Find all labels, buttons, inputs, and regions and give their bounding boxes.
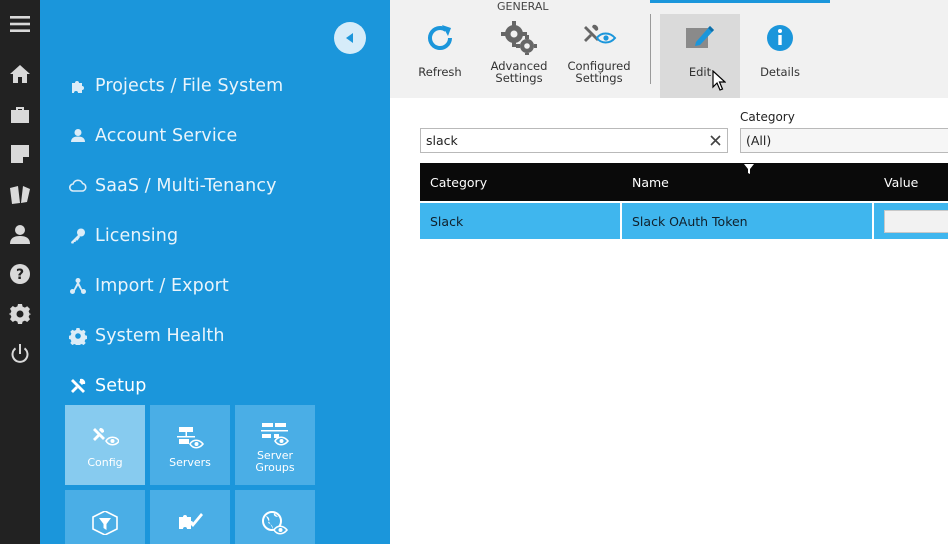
power-icon[interactable]	[0, 336, 40, 372]
tools-icon	[68, 376, 88, 396]
import-export-icon	[68, 276, 88, 296]
cell-value	[874, 203, 948, 239]
ribbon-separator	[650, 14, 651, 84]
note-icon[interactable]	[0, 136, 40, 172]
column-header-category[interactable]: Category	[420, 163, 620, 201]
nav-item-label: Projects / File System	[95, 76, 284, 96]
home-icon[interactable]	[0, 56, 40, 92]
servers-icon	[175, 425, 205, 451]
edit-icon	[680, 18, 720, 58]
category-select[interactable]: (All)	[740, 128, 948, 153]
nav-item-licensing[interactable]: Licensing	[68, 221, 178, 251]
tile-label: Server Groups	[255, 449, 295, 474]
tile-filter[interactable]	[65, 490, 145, 544]
nav-item-label: Import / Export	[95, 276, 229, 296]
nav-item-projects[interactable]: Projects / File System	[68, 71, 283, 101]
gears-icon	[499, 18, 539, 58]
svg-text:?: ?	[16, 267, 24, 283]
key-icon	[68, 226, 88, 246]
config-icon	[90, 425, 120, 451]
tile-server-groups[interactable]: Server Groups	[235, 405, 315, 485]
refresh-icon	[420, 18, 460, 58]
column-header-value[interactable]: Value	[874, 163, 948, 201]
gear-icon[interactable]	[0, 296, 40, 332]
tile-globe[interactable]	[235, 490, 315, 544]
icon-rail: ?	[0, 0, 40, 544]
content-area: GENERAL Refresh Advanced Settings Config…	[390, 0, 948, 544]
help-icon[interactable]: ?	[0, 256, 40, 292]
chevron-left-icon	[346, 33, 353, 43]
value-field[interactable]	[884, 210, 948, 233]
ribbon-accent-bar	[650, 0, 830, 3]
clear-search-icon[interactable]	[707, 132, 723, 148]
nav-item-import-export[interactable]: Import / Export	[68, 271, 229, 301]
book-icon[interactable]	[0, 176, 40, 212]
settings-grid: Category Name Value Slack Slack OAuth To…	[420, 163, 948, 239]
cell-category: Slack	[420, 203, 620, 239]
gear-icon	[68, 326, 88, 346]
user-icon[interactable]	[0, 216, 40, 252]
nav-item-label: System Health	[95, 326, 225, 346]
search-input[interactable]	[421, 129, 701, 152]
nav-item-saas[interactable]: SaaS / Multi-Tenancy	[68, 171, 277, 201]
grid-header: Category Name Value	[420, 163, 948, 201]
tile-customize[interactable]	[150, 490, 230, 544]
configured-settings-button[interactable]: Configured Settings	[566, 14, 632, 98]
globe-eye-icon	[260, 510, 290, 536]
category-filter-label: Category	[740, 110, 795, 124]
nav-item-account-service[interactable]: Account Service	[68, 121, 237, 151]
nav-item-system-health[interactable]: System Health	[68, 321, 225, 351]
refresh-button[interactable]: Refresh	[410, 14, 470, 98]
server-groups-icon	[260, 421, 290, 447]
menu-icon[interactable]	[0, 6, 40, 42]
nav-item-label: Setup	[95, 376, 147, 396]
ribbon-toolbar: GENERAL Refresh Advanced Settings Config…	[390, 0, 948, 98]
tile-config[interactable]: Config	[65, 405, 145, 485]
nav-item-label: SaaS / Multi-Tenancy	[95, 176, 277, 196]
cloud-icon	[68, 176, 88, 196]
edit-button[interactable]: Edit	[660, 14, 740, 98]
navigation-panel: Projects / File System Account Service S…	[40, 0, 390, 544]
column-filter-icon[interactable]	[744, 164, 754, 174]
puzzle-icon	[68, 76, 88, 96]
search-box	[420, 128, 728, 153]
tile-label: Config	[87, 456, 123, 469]
advanced-settings-button[interactable]: Advanced Settings	[488, 14, 550, 98]
ribbon-group-title: GENERAL	[497, 0, 549, 13]
cell-name: Slack OAuth Token	[622, 203, 872, 239]
nav-item-label: Licensing	[95, 226, 179, 246]
puzzle-brush-icon	[175, 510, 205, 536]
filter-icon	[90, 510, 120, 536]
tile-servers[interactable]: Servers	[150, 405, 230, 485]
table-row[interactable]: Slack Slack OAuth Token	[420, 203, 948, 239]
info-icon	[760, 18, 800, 58]
app-window: ? Projects / File System Account Service…	[0, 0, 948, 544]
user-icon	[68, 126, 88, 146]
tools-eye-icon	[579, 18, 619, 58]
collapse-panel-button[interactable]	[334, 22, 366, 54]
briefcase-icon[interactable]	[0, 96, 40, 132]
tile-label: Servers	[169, 456, 211, 469]
nav-item-setup[interactable]: Setup	[68, 371, 146, 401]
nav-item-label: Account Service	[95, 126, 238, 146]
details-button[interactable]: Details	[750, 14, 810, 98]
